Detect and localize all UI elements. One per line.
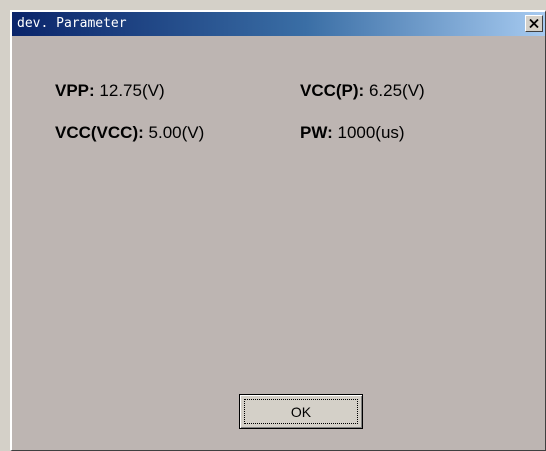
vccvcc-value: 5.00(V) bbox=[148, 123, 205, 142]
vccp-value: 6.25(V) bbox=[368, 81, 425, 100]
pw-label: PW: bbox=[300, 123, 333, 142]
parameter-dialog: dev. Parameter VPP: 12.75(V) VCC(P): 6.2… bbox=[10, 10, 546, 451]
title-bar[interactable]: dev. Parameter bbox=[12, 12, 545, 36]
vccvcc-parameter: VCC(VCC): 5.00(V) bbox=[55, 123, 204, 143]
vccp-parameter: VCC(P): 6.25(V) bbox=[300, 81, 425, 101]
ok-button-label: OK bbox=[290, 403, 312, 420]
vccp-label: VCC(P): bbox=[300, 81, 365, 100]
pw-value: 1000(us) bbox=[337, 123, 405, 142]
window-title: dev. Parameter bbox=[17, 16, 127, 31]
close-icon bbox=[529, 19, 539, 28]
close-button[interactable] bbox=[525, 15, 543, 32]
vccvcc-label: VCC(VCC): bbox=[55, 123, 144, 142]
vpp-value: 12.75(V) bbox=[99, 81, 165, 100]
vpp-label: VPP: bbox=[55, 81, 95, 100]
ok-button[interactable]: OK bbox=[239, 394, 363, 429]
vpp-parameter: VPP: 12.75(V) bbox=[55, 81, 165, 101]
pw-parameter: PW: 1000(us) bbox=[300, 123, 405, 143]
